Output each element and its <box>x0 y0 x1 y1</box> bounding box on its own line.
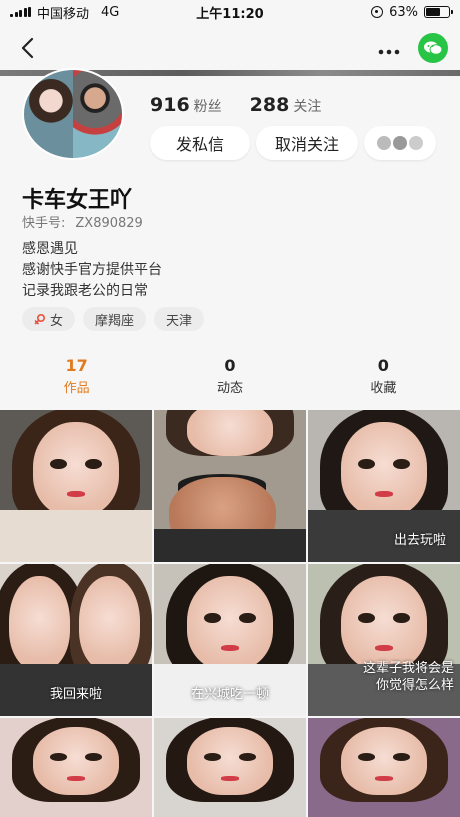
chevron-left-icon <box>21 37 34 59</box>
tab-label: 作品 <box>63 381 90 396</box>
friend-avatar <box>377 136 391 150</box>
mutual-friends-button[interactable] <box>364 126 436 160</box>
following-label: 关注 <box>293 99 322 115</box>
video-caption: 我回来啦 <box>49 687 102 702</box>
username: 卡车女王吖 <box>22 188 133 213</box>
status-right: 63% <box>371 4 453 20</box>
tab-count: 0 <box>377 356 389 375</box>
friend-avatar <box>393 136 407 150</box>
video-grid: 出去玩啦 我回来啦 在兴城吃一顿 这辈子我将会是 你觉得怎么样 <box>0 410 460 817</box>
tab-moments[interactable]: 0 动态 <box>153 356 306 406</box>
video-thumbnail[interactable] <box>0 718 152 817</box>
caption-line: 这辈子我将会是 <box>362 661 454 676</box>
user-id-value[interactable]: ZX890829 <box>75 216 142 231</box>
user-id-label: 快手号: <box>22 216 66 231</box>
bio-line: 感恩遇见 <box>22 241 78 257</box>
user-id: 快手号: ZX890829 <box>22 212 143 231</box>
caption-line: 你觉得怎么样 <box>375 678 454 693</box>
more-button[interactable] <box>378 36 400 60</box>
video-caption: 这辈子我将会是 你觉得怎么样 <box>308 660 460 694</box>
signal-icon <box>10 7 31 17</box>
video-thumbnail[interactable]: 出去玩啦 <box>308 410 460 562</box>
friend-avatar <box>409 136 423 150</box>
bio: 感恩遇见 感谢快手官方提供平台 记录我跟老公的日常 <box>22 239 162 302</box>
video-caption: 出去玩啦 <box>393 533 446 548</box>
status-left: 中国移动 4G <box>10 3 119 22</box>
wechat-share-button[interactable] <box>418 33 448 63</box>
video-caption: 在兴城吃一顿 <box>190 687 269 702</box>
back-button[interactable] <box>12 33 42 63</box>
tab-label: 收藏 <box>370 381 397 396</box>
zodiac-tag: 摩羯座 <box>83 307 147 331</box>
avatar-left-photo <box>24 70 73 158</box>
followers-stat[interactable]: 916 粉丝 <box>150 94 222 116</box>
carrier-name: 中国移动 <box>37 6 90 22</box>
wechat-icon <box>424 41 443 55</box>
avatar-right-photo <box>73 70 122 158</box>
network-type: 4G <box>101 4 120 20</box>
rotation-lock-icon <box>371 6 384 18</box>
profile-tags: 女 摩羯座 天津 <box>22 307 205 331</box>
followers-label: 粉丝 <box>193 99 222 115</box>
tab-count: 17 <box>65 356 88 375</box>
gender-tag: 女 <box>22 307 76 331</box>
gender-label: 女 <box>50 313 64 329</box>
video-thumbnail[interactable]: 在兴城吃一顿 <box>154 564 306 716</box>
profile-tabs: 17 作品 0 动态 0 收藏 <box>0 356 460 406</box>
followers-count: 916 <box>150 94 190 116</box>
video-thumbnail[interactable] <box>154 410 306 562</box>
following-count: 288 <box>249 94 290 116</box>
video-thumbnail[interactable]: 我回来啦 <box>0 564 152 716</box>
location-tag: 天津 <box>154 307 205 331</box>
following-stat[interactable]: 288 关注 <box>250 94 322 116</box>
video-thumbnail[interactable] <box>0 410 152 562</box>
tab-count: 0 <box>224 356 236 375</box>
video-thumbnail[interactable] <box>308 718 460 817</box>
more-icon <box>378 49 400 55</box>
nav-bar <box>0 24 460 72</box>
battery-percent: 63% <box>389 4 418 20</box>
tab-label: 动态 <box>216 381 243 396</box>
bio-line: 记录我跟老公的日常 <box>22 283 148 299</box>
tab-favorites[interactable]: 0 收藏 <box>307 356 460 406</box>
female-icon <box>34 313 46 325</box>
send-message-button[interactable]: 发私信 <box>150 126 250 160</box>
video-thumbnail[interactable]: 这辈子我将会是 你觉得怎么样 <box>308 564 460 716</box>
bio-line: 感谢快手官方提供平台 <box>22 262 162 278</box>
video-thumbnail[interactable] <box>154 718 306 817</box>
tab-works[interactable]: 17 作品 <box>0 356 153 406</box>
status-bar: 中国移动 4G 上午11:20 63% <box>0 0 460 24</box>
stats: 916 粉丝 288 关注 <box>150 94 321 116</box>
battery-icon <box>424 6 453 18</box>
avatar[interactable] <box>22 68 124 160</box>
unfollow-button[interactable]: 取消关注 <box>256 126 358 160</box>
